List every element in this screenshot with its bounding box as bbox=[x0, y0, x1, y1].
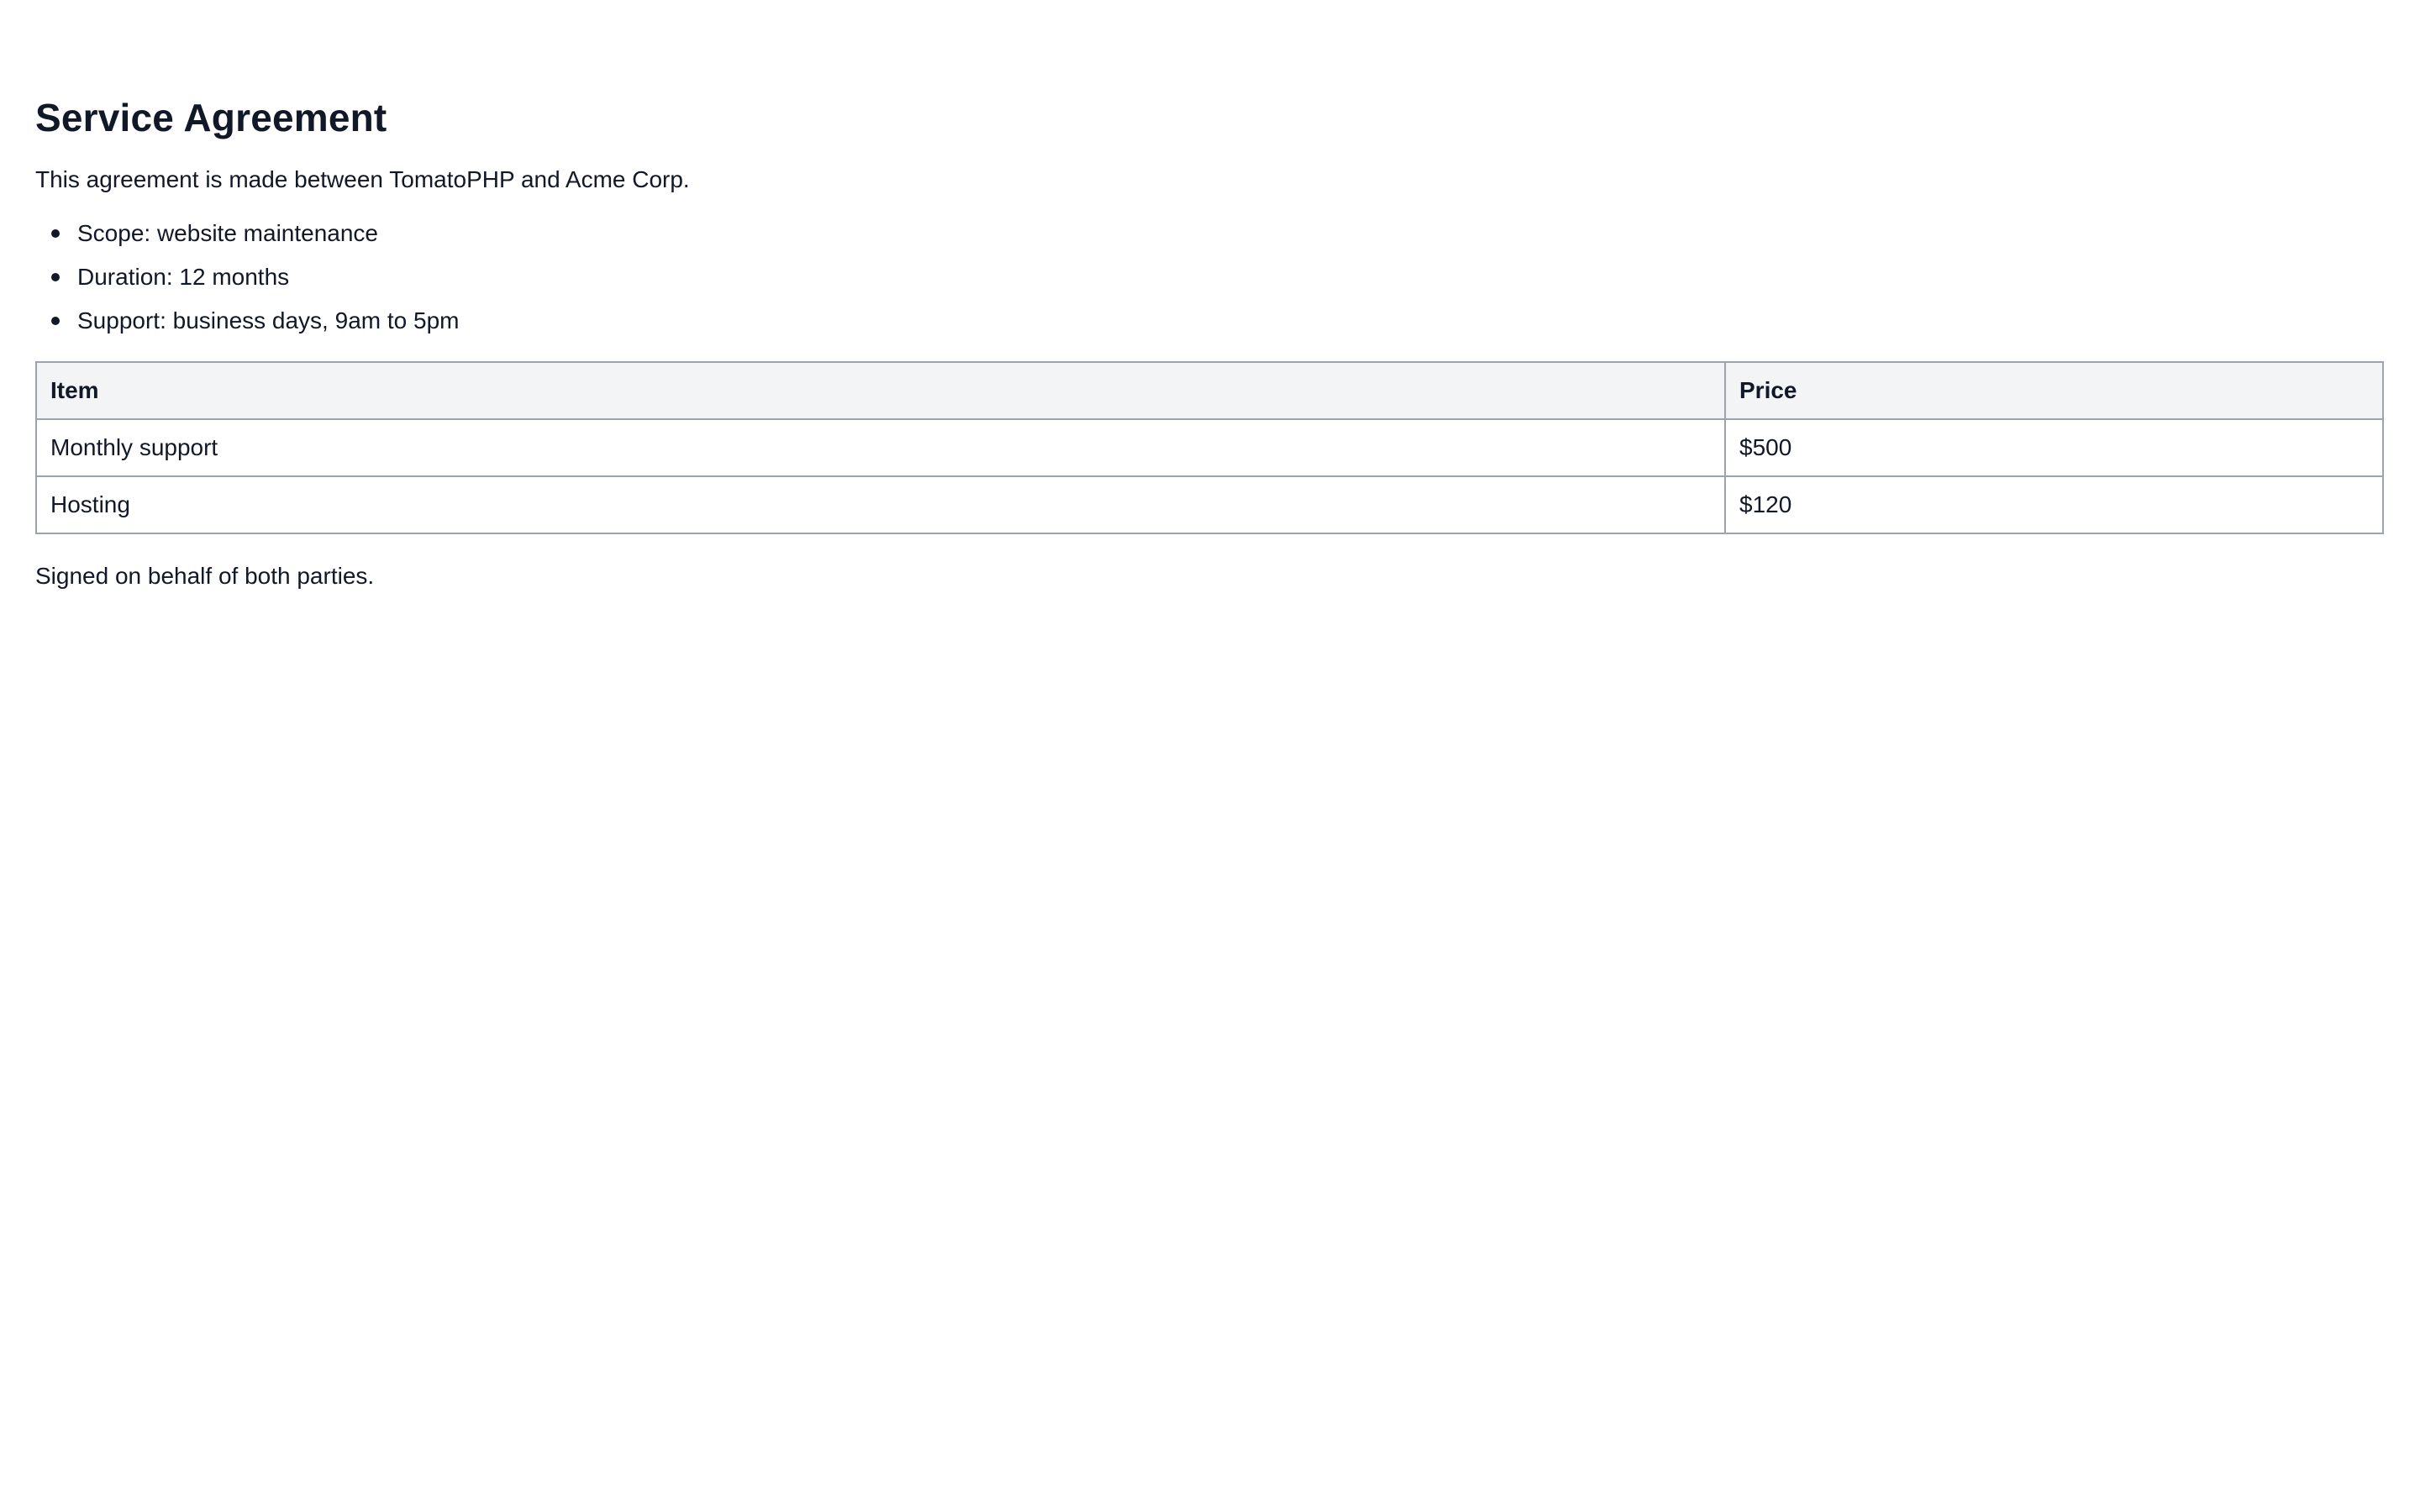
closing-paragraph: Signed on behalf of both parties. bbox=[35, 563, 375, 589]
table-header-row: Item Price bbox=[35, 361, 2384, 420]
pricing-table: Item Price Monthly support $500 Hosting … bbox=[35, 361, 2384, 534]
column-header-item: Item bbox=[35, 361, 1726, 420]
list-item: Duration: 12 months bbox=[51, 255, 2385, 299]
table-cell-item: Monthly support bbox=[35, 418, 1726, 477]
terms-list: Scope: website maintenance Duration: 12 … bbox=[35, 212, 2385, 343]
list-item: Support: business days, 9am to 5pm bbox=[51, 299, 2385, 343]
intro-paragraph: This agreement is made between TomatoPHP… bbox=[35, 166, 690, 192]
table-cell-item: Hosting bbox=[35, 475, 1726, 534]
page-title: Service Agreement bbox=[35, 96, 387, 139]
document-page: Service Agreement This agreement is made… bbox=[0, 0, 2420, 1512]
table-cell-price: $120 bbox=[1724, 475, 2384, 534]
list-item: Scope: website maintenance bbox=[51, 212, 2385, 255]
table-row: Monthly support $500 bbox=[35, 418, 2384, 477]
table-cell-price: $500 bbox=[1724, 418, 2384, 477]
column-header-price: Price bbox=[1724, 361, 2384, 420]
table-row: Hosting $120 bbox=[35, 475, 2384, 534]
